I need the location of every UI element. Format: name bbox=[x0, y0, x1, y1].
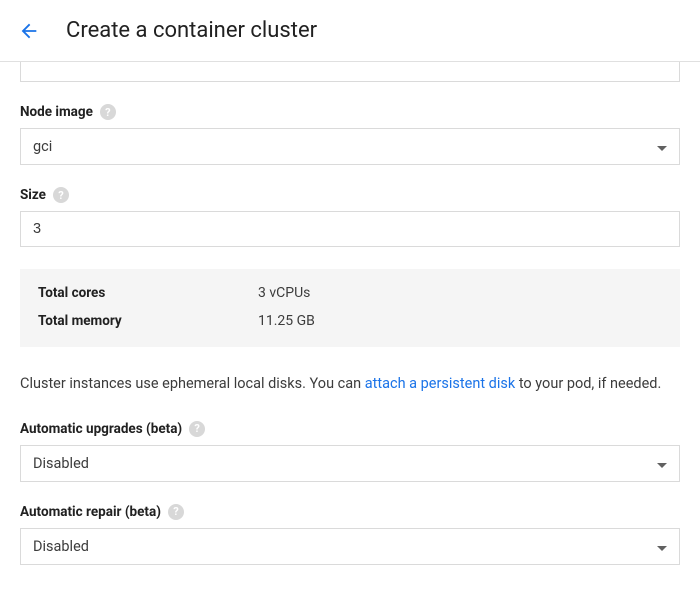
auto-upgrades-value: Disabled bbox=[33, 455, 657, 472]
previous-field-box bbox=[20, 62, 680, 82]
total-cores-label: Total cores bbox=[38, 285, 258, 301]
node-image-select[interactable]: gci bbox=[20, 128, 680, 165]
node-image-label: Node image ? bbox=[20, 104, 680, 120]
info-suffix: to your pod, if needed. bbox=[515, 375, 661, 392]
auto-repair-label: Automatic repair (beta) ? bbox=[20, 504, 680, 520]
node-image-group: Node image ? gci bbox=[20, 104, 680, 165]
back-arrow-icon[interactable] bbox=[18, 20, 40, 42]
auto-upgrades-label: Automatic upgrades (beta) ? bbox=[20, 421, 680, 437]
attach-disk-link[interactable]: attach a persistent disk bbox=[365, 375, 515, 392]
auto-repair-value: Disabled bbox=[33, 538, 657, 555]
chevron-down-icon bbox=[657, 455, 667, 472]
form-content: Node image ? gci Size ? Total cores 3 vC… bbox=[0, 62, 700, 585]
auto-upgrades-group: Automatic upgrades (beta) ? Disabled bbox=[20, 421, 680, 482]
page-title: Create a container cluster bbox=[66, 18, 317, 43]
size-label: Size ? bbox=[20, 187, 680, 203]
help-icon[interactable]: ? bbox=[100, 104, 116, 120]
auto-repair-label-text: Automatic repair (beta) bbox=[20, 504, 161, 520]
page-header: Create a container cluster bbox=[0, 0, 700, 62]
total-memory-value: 11.25 GB bbox=[258, 313, 315, 329]
size-label-text: Size bbox=[20, 187, 46, 203]
table-row: Total cores 3 vCPUs bbox=[20, 279, 680, 307]
help-icon[interactable]: ? bbox=[189, 421, 205, 437]
size-input[interactable] bbox=[20, 211, 680, 247]
total-cores-value: 3 vCPUs bbox=[258, 285, 310, 301]
chevron-down-icon bbox=[657, 538, 667, 555]
node-image-label-text: Node image bbox=[20, 104, 93, 120]
help-icon[interactable]: ? bbox=[53, 187, 69, 203]
auto-upgrades-select[interactable]: Disabled bbox=[20, 445, 680, 482]
auto-repair-select[interactable]: Disabled bbox=[20, 528, 680, 565]
auto-repair-group: Automatic repair (beta) ? Disabled bbox=[20, 504, 680, 565]
auto-upgrades-label-text: Automatic upgrades (beta) bbox=[20, 421, 182, 437]
help-icon[interactable]: ? bbox=[168, 504, 184, 520]
chevron-down-icon bbox=[657, 138, 667, 155]
table-row: Total memory 11.25 GB bbox=[20, 307, 680, 335]
info-prefix: Cluster instances use ephemeral local di… bbox=[20, 375, 365, 392]
summary-table: Total cores 3 vCPUs Total memory 11.25 G… bbox=[20, 269, 680, 347]
info-text: Cluster instances use ephemeral local di… bbox=[20, 373, 680, 395]
node-image-value: gci bbox=[33, 138, 657, 155]
size-group: Size ? bbox=[20, 187, 680, 247]
total-memory-label: Total memory bbox=[38, 313, 258, 329]
